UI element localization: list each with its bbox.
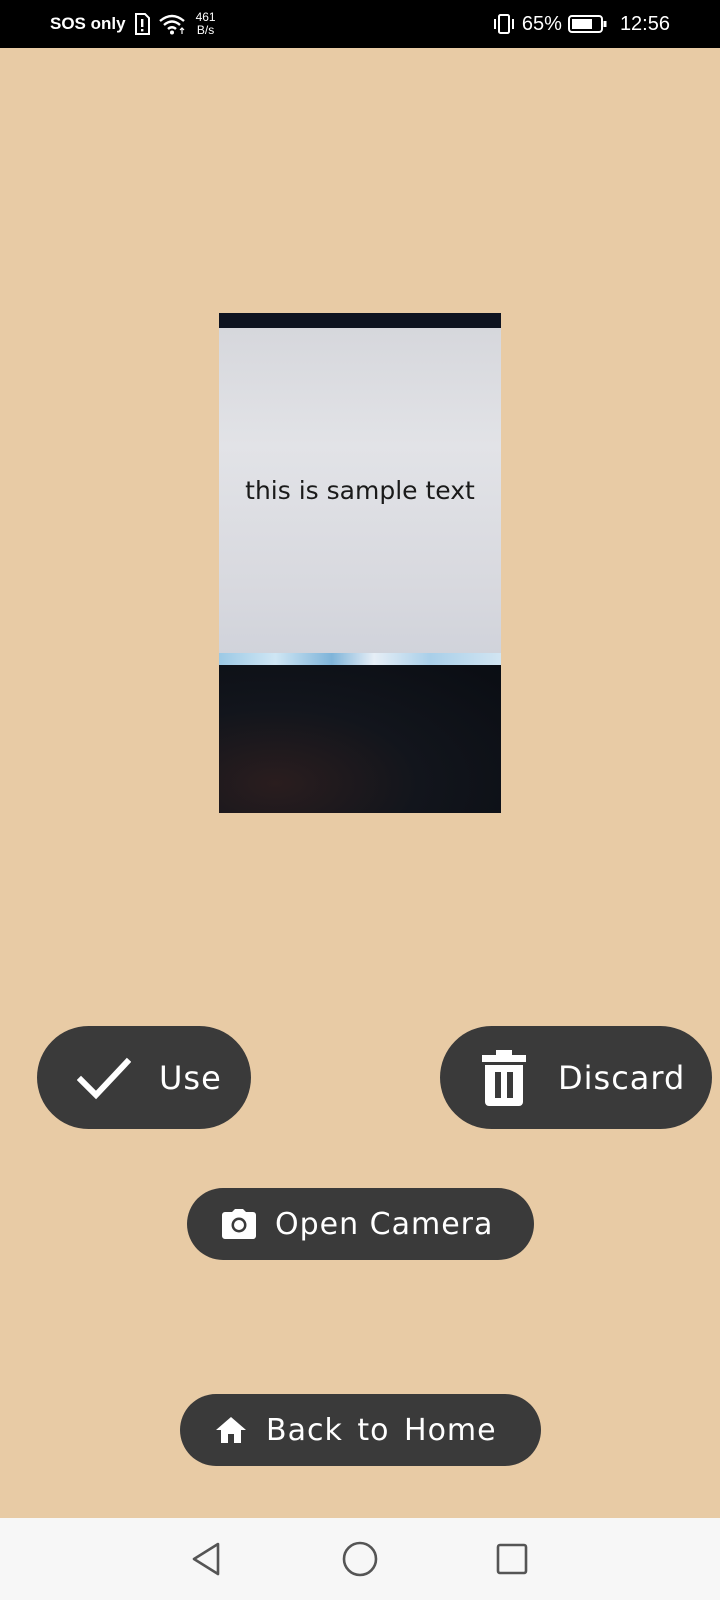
network-speed: 461 B/s bbox=[196, 11, 216, 37]
system-nav-bar bbox=[0, 1518, 720, 1600]
sim-alert-icon bbox=[134, 13, 150, 35]
battery-percent: 65% bbox=[521, 12, 562, 35]
open-camera-button-label: Open Camera bbox=[275, 1206, 494, 1242]
recents-square-icon bbox=[495, 1542, 529, 1576]
trash-icon bbox=[480, 1049, 528, 1106]
photo-monitor-stand-area bbox=[219, 665, 501, 813]
camera-icon bbox=[221, 1208, 257, 1240]
nav-recents-button[interactable] bbox=[472, 1518, 552, 1600]
nav-home-button[interactable] bbox=[320, 1518, 400, 1600]
photo-monitor-bezel-top bbox=[219, 313, 501, 328]
photo-screen-edge bbox=[219, 653, 501, 665]
photo-sample-text: this is sample text bbox=[245, 476, 475, 505]
back-to-home-button[interactable]: Back to Home bbox=[180, 1394, 541, 1466]
nav-back-button[interactable] bbox=[166, 1518, 246, 1600]
wifi-icon bbox=[158, 13, 186, 35]
captured-photo-preview: this is sample text bbox=[219, 313, 501, 813]
status-right: 65% 12:56 bbox=[492, 0, 670, 48]
discard-button-label: Discard bbox=[558, 1058, 686, 1097]
back-triangle-icon bbox=[188, 1541, 224, 1577]
discard-button[interactable]: Discard bbox=[440, 1026, 712, 1129]
status-left: SOS only 461 B/s bbox=[50, 0, 216, 48]
carrier-text: SOS only bbox=[50, 14, 126, 33]
home-icon bbox=[214, 1415, 248, 1445]
back-to-home-button-label: Back to Home bbox=[266, 1412, 497, 1448]
clock-time: 12:56 bbox=[619, 12, 670, 35]
open-camera-button[interactable]: Open Camera bbox=[187, 1188, 534, 1260]
checkmark-icon bbox=[77, 1056, 131, 1100]
battery-icon bbox=[567, 14, 608, 34]
vibrate-icon bbox=[492, 13, 516, 35]
use-button-label: Use bbox=[159, 1058, 222, 1097]
use-button[interactable]: Use bbox=[37, 1026, 251, 1129]
network-speed-unit: B/s bbox=[196, 23, 215, 37]
status-bar: SOS only 461 B/s 65% 12:56 bbox=[0, 0, 720, 48]
home-circle-icon bbox=[341, 1540, 379, 1578]
